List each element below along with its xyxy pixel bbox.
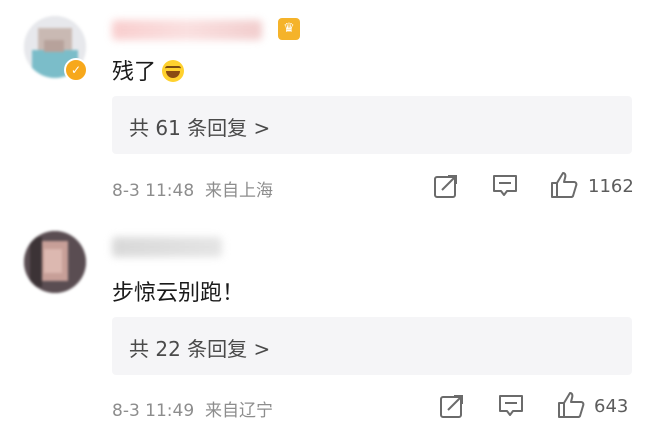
comment-item: ✓ ♛ 残了 共 61 条回复 > 8-3 11:48 来自上海 1162: [0, 0, 660, 215]
comment-item: 步惊云别跑！ 共 22 条回复 > 8-3 11:49 来自辽宁 643: [0, 215, 660, 434]
laughing-crying-emoji-icon: [162, 60, 185, 82]
username-blurred[interactable]: [112, 237, 222, 257]
like-icon[interactable]: [549, 170, 579, 200]
like-count: 1162: [588, 176, 634, 197]
comment-icon[interactable]: [498, 393, 524, 419]
replies-box[interactable]: 共 22 条回复 >: [112, 317, 632, 375]
comment-text: 步惊云别跑！: [112, 281, 245, 306]
comment-meta: 8-3 11:49 来自辽宁: [112, 401, 273, 421]
replies-box[interactable]: 共 61 条回复 >: [112, 96, 632, 154]
repost-icon[interactable]: [439, 393, 465, 419]
view-replies-link[interactable]: 共 61 条回复 >: [129, 112, 270, 141]
comment-text: 残了: [112, 54, 185, 86]
username-blurred[interactable]: [112, 20, 262, 40]
like-icon[interactable]: [556, 390, 586, 420]
member-badge-icon: ♛: [278, 18, 300, 40]
view-replies-link[interactable]: 共 22 条回复 >: [129, 333, 270, 362]
like-count: 643: [594, 396, 629, 417]
repost-icon[interactable]: [433, 173, 459, 199]
comment-icon[interactable]: [492, 173, 518, 199]
avatar[interactable]: [24, 231, 86, 293]
verified-badge-icon: ✓: [64, 58, 88, 82]
comment-meta: 8-3 11:48 来自上海: [112, 181, 273, 201]
